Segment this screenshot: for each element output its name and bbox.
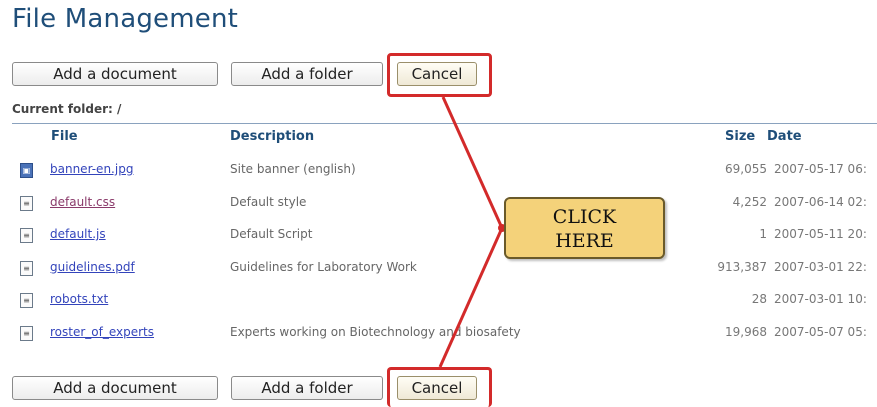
click-here-callout: CLICK HERE [504,197,665,259]
callout-line-2: HERE [555,230,614,252]
pointer-line-to-bottom-cancel [438,227,504,368]
callout-line-1: CLICK [552,206,617,228]
pointer-line-to-top-cancel [441,96,504,229]
callout-pointer-lines [438,96,506,368]
